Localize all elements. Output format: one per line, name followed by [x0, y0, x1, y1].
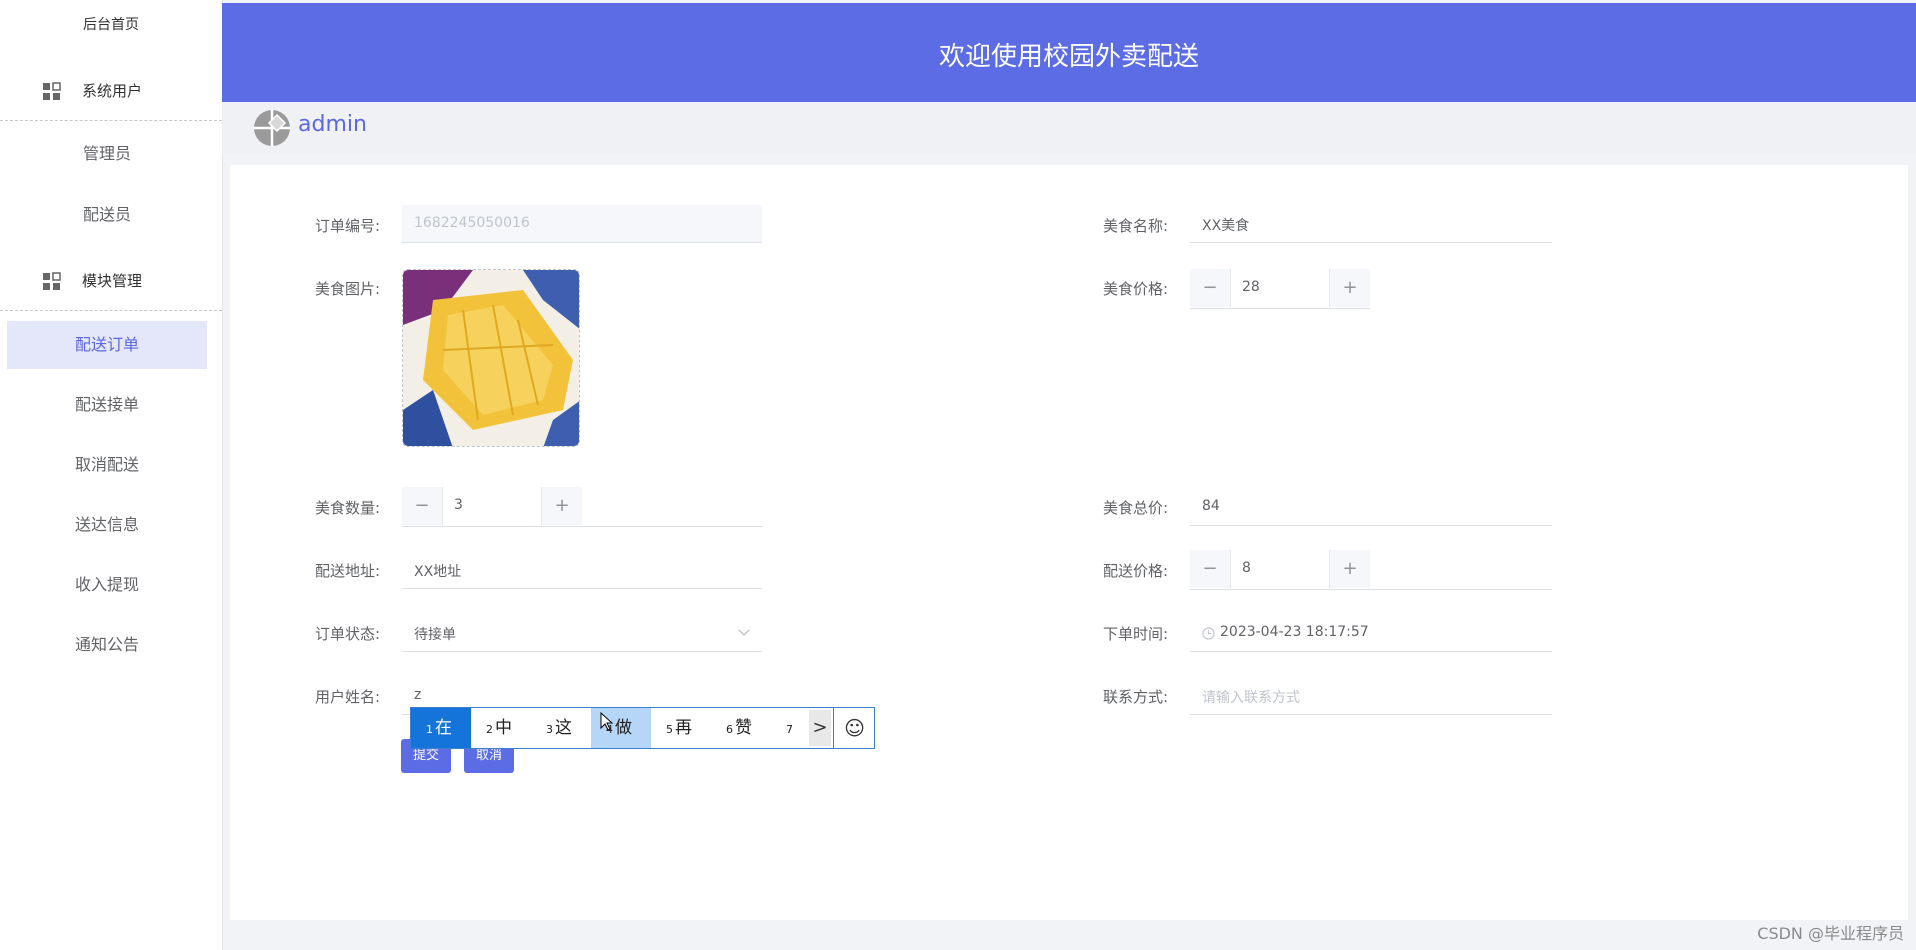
sidebar-group-modules[interactable]: 模块管理 [0, 250, 222, 311]
status-select[interactable]: 待接单 [402, 614, 762, 652]
sidebar-item-notices[interactable]: 通知公告 [7, 621, 207, 669]
sidebar: 后台首页 系统用户 管理员 配送员 模块管理 配送订单 配送接单 取消配送 送达… [0, 0, 223, 950]
food-price-stepper: − 28 + [1190, 269, 1370, 309]
food-price-increase-button[interactable]: + [1329, 269, 1370, 307]
delivery-price-increase-button[interactable]: + [1329, 550, 1370, 588]
ime-candidate[interactable]: 5再 [651, 708, 711, 748]
user-name-value: z [414, 687, 422, 703]
ime-candidate[interactable]: 1在 [411, 708, 471, 748]
chevron-down-icon [738, 629, 750, 637]
status-value: 待接单 [414, 627, 456, 643]
sidebar-group-label: 系统用户 [82, 82, 143, 100]
order-time-label: 下单时间: [1102, 625, 1168, 643]
emoji-icon[interactable]: ☺ [833, 708, 875, 748]
contact-label: 联系方式: [1102, 688, 1168, 706]
order-time-value: 2023-04-23 18:17:57 [1220, 624, 1369, 640]
ime-candidate[interactable]: 6赞 [711, 708, 771, 748]
address-label: 配送地址: [314, 562, 380, 580]
food-qty-increase-button[interactable]: + [541, 487, 582, 525]
order-no-label: 订单编号: [314, 217, 380, 235]
sidebar-item-delivered-info[interactable]: 送达信息 [7, 501, 207, 549]
ime-candidate[interactable]: 3这 [531, 708, 591, 748]
sidebar-item-delivery-orders[interactable]: 配送订单 [7, 321, 207, 369]
sidebar-item-accept-orders[interactable]: 配送接单 [7, 381, 207, 429]
ime-candidate[interactable]: 7之 [771, 708, 809, 748]
user-bar: admin [222, 102, 1916, 154]
ime-candidate[interactable]: 2中 [471, 708, 531, 748]
food-name-label: 美食名称: [1102, 217, 1168, 235]
food-name-input[interactable]: XX美食 [1190, 205, 1552, 243]
order-time-picker[interactable]: 2023-04-23 18:17:57 [1190, 614, 1552, 652]
food-qty-decrease-button[interactable]: − [402, 487, 443, 525]
food-price-decrease-button[interactable]: − [1190, 269, 1231, 307]
status-label: 订单状态: [314, 625, 380, 643]
food-image [403, 270, 579, 446]
food-total-value: 84 [1202, 498, 1220, 514]
food-price-label: 美食价格: [1102, 280, 1168, 298]
sidebar-item-cancel-delivery[interactable]: 取消配送 [7, 441, 207, 489]
food-qty-stepper: − 3 + [402, 487, 582, 527]
delivery-price-value[interactable]: 8 [1242, 560, 1251, 576]
contact-placeholder: 请输入联系方式 [1202, 690, 1300, 706]
sidebar-item-admin[interactable]: 管理员 [7, 130, 207, 178]
food-qty-value[interactable]: 3 [454, 497, 463, 513]
header: 欢迎使用校园外卖配送 [222, 3, 1916, 102]
ime-next-page-button[interactable]: > [809, 710, 831, 746]
delivery-price-stepper: − 8 + [1190, 550, 1370, 590]
contact-input[interactable]: 请输入联系方式 [1190, 677, 1552, 715]
food-qty-label: 美食数量: [314, 499, 380, 517]
user-name-label: 用户姓名: [314, 688, 380, 706]
divider [1370, 589, 1552, 590]
sidebar-item-home[interactable]: 后台首页 [0, 14, 222, 34]
user-name[interactable]: admin [298, 112, 367, 137]
sidebar-item-courier[interactable]: 配送员 [7, 191, 207, 239]
delivery-price-label: 配送价格: [1102, 562, 1168, 580]
divider [582, 526, 762, 527]
mouse-cursor-icon [600, 712, 614, 731]
ime-candidate-bar: 1在 2中 3这 4做 5再 6赞 7之 > ☺ [410, 707, 875, 749]
delivery-price-decrease-button[interactable]: − [1190, 550, 1231, 588]
order-no-value: 1682245050016 [414, 215, 530, 231]
food-total-input[interactable]: 84 [1190, 488, 1552, 526]
address-input[interactable]: XX地址 [402, 551, 762, 589]
food-name-value: XX美食 [1202, 218, 1250, 234]
food-image-label: 美食图片: [314, 280, 380, 298]
grid-icon [43, 272, 61, 290]
sidebar-item-withdraw[interactable]: 收入提现 [7, 561, 207, 609]
food-image-upload[interactable] [402, 269, 580, 447]
order-form-card: 订单编号: 1682245050016 美食名称: XX美食 美食图片: 美食价… [230, 165, 1908, 920]
order-no-input: 1682245050016 [402, 205, 762, 243]
avatar[interactable] [253, 109, 291, 147]
clock-icon [1202, 627, 1215, 640]
address-value: XX地址 [414, 564, 462, 580]
watermark: CSDN @毕业程序员 [1757, 924, 1904, 943]
food-price-value[interactable]: 28 [1242, 279, 1260, 295]
grid-icon [43, 82, 61, 100]
sidebar-group-label: 模块管理 [82, 272, 143, 290]
sidebar-group-system-users[interactable]: 系统用户 [0, 60, 222, 121]
page-title: 欢迎使用校园外卖配送 [938, 42, 1199, 72]
food-total-label: 美食总价: [1102, 499, 1168, 517]
